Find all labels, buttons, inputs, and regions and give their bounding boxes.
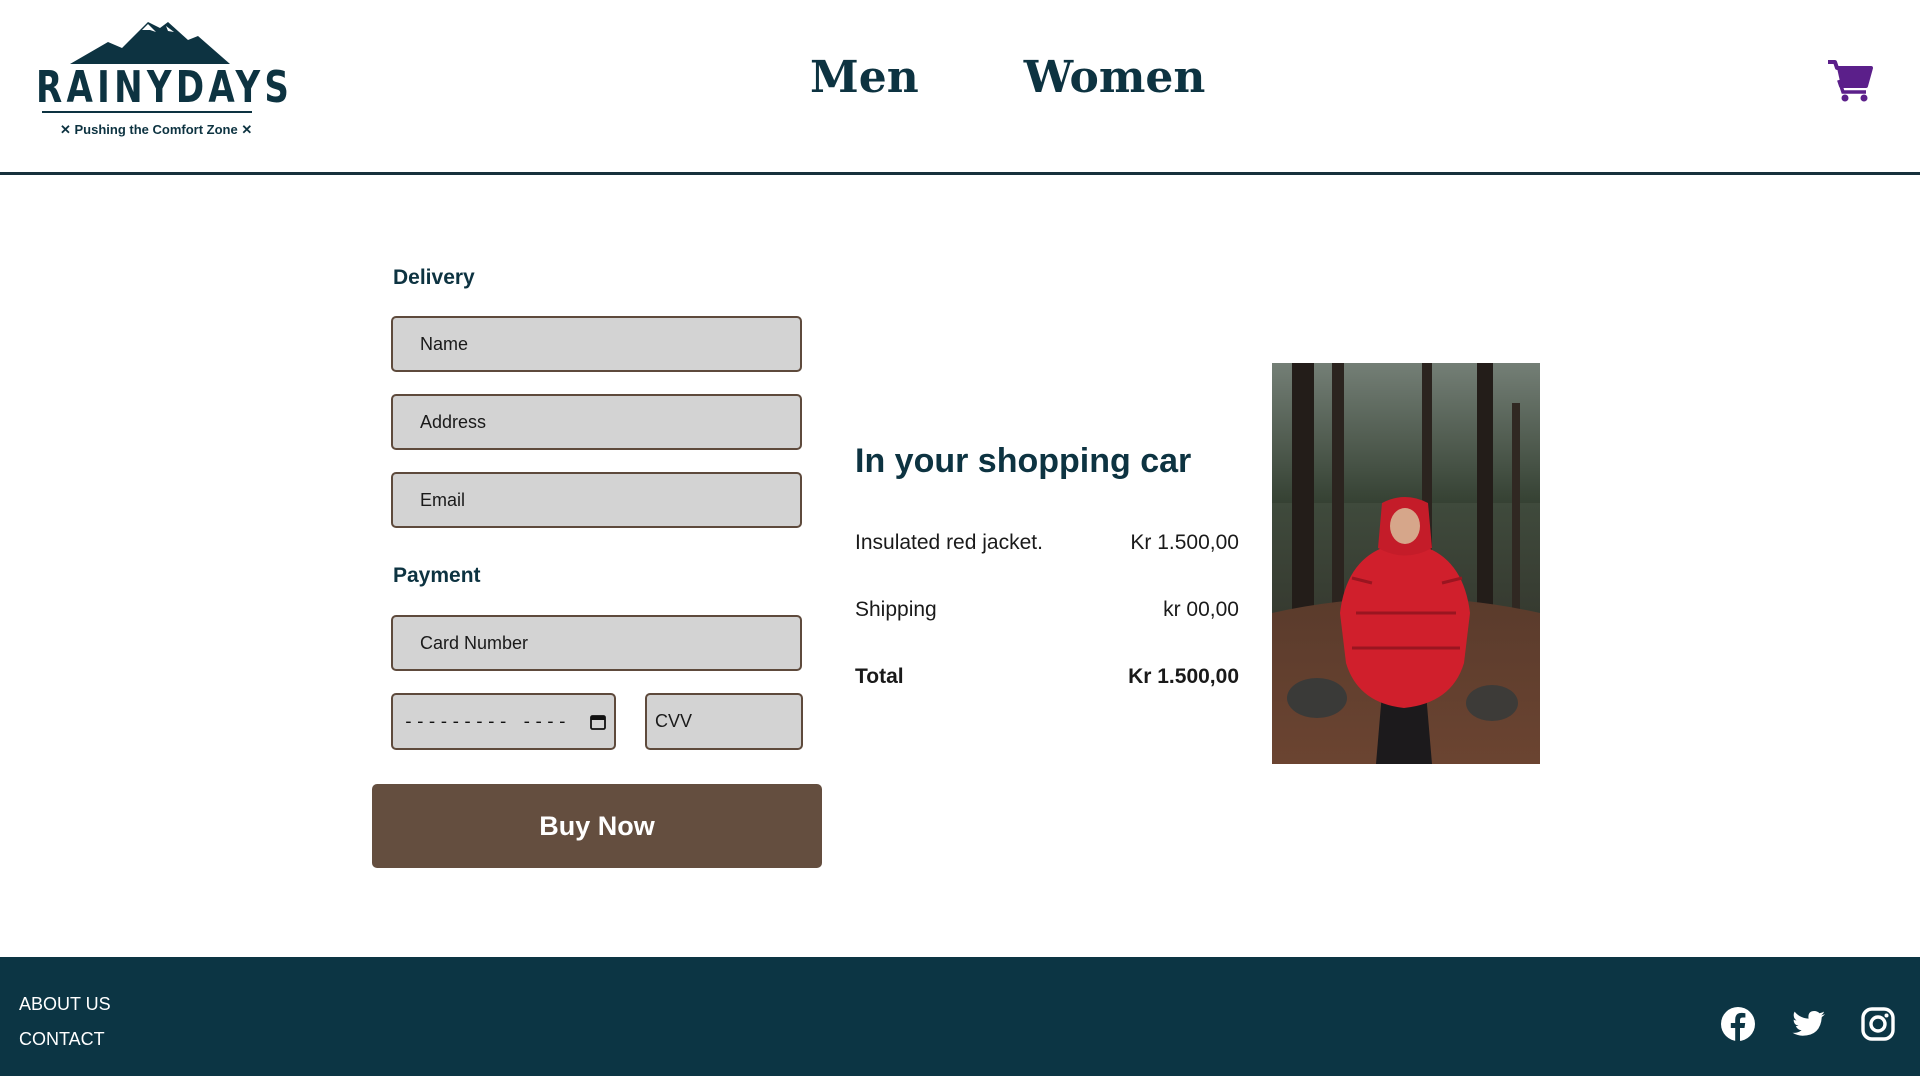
total-label: Total <box>855 665 904 688</box>
nav-women-link[interactable]: Women <box>1024 52 1206 103</box>
shopping-cart-icon[interactable] <box>1826 56 1874 104</box>
expiry-date-placeholder: --------- ---- <box>403 711 569 732</box>
nav-men-link[interactable]: Men <box>810 52 919 103</box>
mountain-logo-icon <box>70 22 230 64</box>
rainydays-logo[interactable]: RAINYDAYS ✕ Pushing the Comfort Zone ✕ <box>34 18 294 143</box>
summary-total-row: Total Kr 1.500,00 <box>855 665 1239 689</box>
instagram-icon[interactable] <box>1860 1006 1896 1042</box>
summary-item-row: Insulated red jacket. Kr 1.500,00 <box>855 531 1239 555</box>
site-header: RAINYDAYS ✕ Pushing the Comfort Zone ✕ M… <box>0 0 1920 175</box>
cart-summary-title: In your shopping car <box>855 442 1192 480</box>
about-us-link[interactable]: ABOUT US <box>19 994 111 1015</box>
item-name: Insulated red jacket. <box>855 531 1043 554</box>
item-price: Kr 1.500,00 <box>1130 531 1239 554</box>
shipping-label: Shipping <box>855 598 937 621</box>
summary-shipping-row: Shipping kr 00,00 <box>855 598 1239 622</box>
brand-tagline: ✕ Pushing the Comfort Zone ✕ <box>60 122 253 137</box>
product-photo <box>1272 363 1540 764</box>
buy-now-button[interactable]: Buy Now <box>372 784 822 868</box>
main-nav: Men Women <box>810 52 1205 103</box>
site-footer: ABOUT US CONTACT <box>0 957 1920 1076</box>
brand-name: RAINYDAYS <box>36 62 294 113</box>
expiry-date-field[interactable]: --------- ---- <box>391 693 616 750</box>
payment-heading: Payment <box>393 564 481 587</box>
address-field[interactable] <box>391 394 802 450</box>
delivery-heading: Delivery <box>393 266 475 289</box>
calendar-icon[interactable] <box>590 714 606 730</box>
cvv-field[interactable] <box>645 693 803 750</box>
twitter-icon[interactable] <box>1791 1006 1827 1042</box>
email-field[interactable] <box>391 472 802 528</box>
total-price: Kr 1.500,00 <box>1128 665 1239 688</box>
logo-divider <box>42 111 252 113</box>
shipping-price: kr 00,00 <box>1163 598 1239 621</box>
name-field[interactable] <box>391 316 802 372</box>
contact-link[interactable]: CONTACT <box>19 1029 105 1050</box>
facebook-icon[interactable] <box>1720 1006 1756 1042</box>
card-number-field[interactable] <box>391 615 802 671</box>
